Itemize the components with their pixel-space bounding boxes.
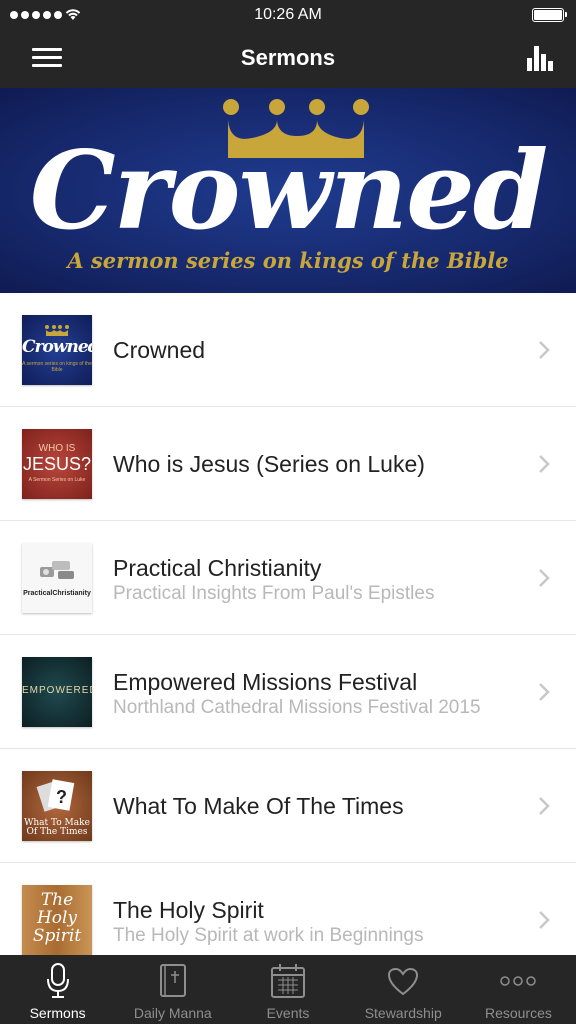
series-thumbnail: EMPOWERED bbox=[22, 657, 92, 727]
chevron-right-icon bbox=[539, 911, 550, 929]
series-thumbnail: PracticalChristianity bbox=[22, 543, 92, 613]
tab-stewardship[interactable]: Stewardship bbox=[346, 955, 461, 1024]
tab-resources[interactable]: Resources bbox=[461, 955, 576, 1024]
list-item[interactable]: Crowned A sermon series on kings of the … bbox=[0, 293, 576, 407]
heart-icon bbox=[388, 967, 419, 996]
status-bar: 10:26 AM bbox=[0, 0, 576, 30]
series-title: The Holy Spirit bbox=[113, 897, 264, 923]
crown-icon bbox=[45, 325, 69, 336]
bar-chart-icon[interactable] bbox=[526, 44, 554, 72]
bolts-icon bbox=[40, 561, 74, 579]
series-title: Who is Jesus (Series on Luke) bbox=[113, 451, 425, 477]
list-item[interactable]: WHO IS JESUS? A Sermon Series on Luke Wh… bbox=[0, 407, 576, 521]
series-thumbnail: Crowned A sermon series on kings of the … bbox=[22, 315, 92, 385]
series-title: Crowned bbox=[113, 337, 206, 363]
svg-text:?: ? bbox=[56, 787, 67, 807]
more-dots-icon bbox=[500, 976, 537, 986]
bible-icon bbox=[159, 964, 186, 997]
nav-bar: Sermons bbox=[0, 30, 576, 88]
microphone-icon bbox=[46, 963, 69, 998]
chevron-right-icon bbox=[539, 569, 550, 587]
tab-events[interactable]: Events bbox=[230, 955, 345, 1024]
series-thumbnail: The Holy Spirit bbox=[22, 885, 92, 955]
page-title: Sermons bbox=[240, 45, 336, 70]
chevron-right-icon bbox=[539, 455, 550, 473]
question-cards-icon: ? bbox=[36, 779, 75, 812]
status-time: 10:26 AM bbox=[254, 6, 322, 23]
list-item[interactable]: ? What To Make Of The Times What To Make… bbox=[0, 749, 576, 863]
tab-daily-manna[interactable]: Daily Manna bbox=[115, 955, 230, 1024]
tab-bar: Sermons Daily Manna Events Stewardship R… bbox=[0, 955, 576, 1024]
tab-sermons[interactable]: Sermons bbox=[0, 955, 115, 1024]
sermon-series-list: Crowned A sermon series on kings of the … bbox=[0, 293, 576, 977]
list-item[interactable]: PracticalChristianity Practical Christia… bbox=[0, 521, 576, 635]
series-thumbnail: WHO IS JESUS? A Sermon Series on Luke bbox=[22, 429, 92, 499]
list-item[interactable]: EMPOWERED Empowered Missions Festival No… bbox=[0, 635, 576, 749]
series-subtitle: Practical Insights From Paul's Epistles bbox=[113, 583, 435, 604]
series-title: What To Make Of The Times bbox=[113, 793, 404, 819]
calendar-icon bbox=[271, 964, 305, 998]
series-subtitle: Northland Cathedral Missions Festival 20… bbox=[113, 697, 481, 718]
banner-subtitle: A sermon series on kings of the Bible bbox=[67, 248, 509, 273]
banner-title: Crowned bbox=[29, 128, 549, 254]
chevron-right-icon bbox=[539, 341, 550, 359]
series-subtitle: The Holy Spirit at work in Beginnings bbox=[113, 925, 424, 946]
series-thumbnail: ? What To Make Of The Times bbox=[22, 771, 92, 841]
chevron-right-icon bbox=[539, 797, 550, 815]
series-banner[interactable]: Crowned A sermon series on kings of the … bbox=[0, 88, 576, 293]
series-title: Practical Christianity bbox=[113, 555, 322, 581]
battery-icon bbox=[532, 8, 567, 22]
chevron-right-icon bbox=[539, 683, 550, 701]
series-title: Empowered Missions Festival bbox=[113, 669, 418, 695]
